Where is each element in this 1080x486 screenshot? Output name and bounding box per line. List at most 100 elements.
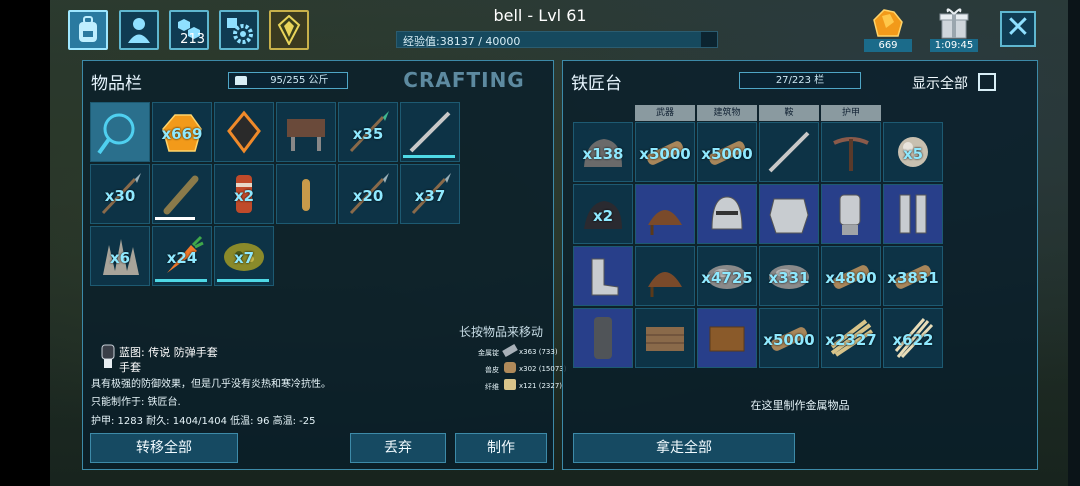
show-all-checkbox[interactable] <box>978 73 996 91</box>
inventory-slot[interactable]: x2 <box>214 164 274 224</box>
saddle-icon <box>648 272 682 297</box>
req-hide-value: x302 (15073) <box>519 365 567 373</box>
smithy-slot[interactable] <box>635 308 695 368</box>
smithy-slot[interactable] <box>759 184 819 244</box>
saddle-icon <box>648 210 682 235</box>
gauntlet-icon <box>839 194 861 235</box>
inventory-slot[interactable] <box>90 102 150 162</box>
inventory-slot[interactable] <box>276 164 336 224</box>
inventory-slot[interactable]: x669 <box>152 102 212 162</box>
req-metal-value: x363 (733) <box>519 348 558 356</box>
close-button[interactable]: ✕ <box>1000 11 1036 47</box>
slot-quantity: x2327 <box>825 331 877 349</box>
smithy-slot[interactable]: x4725 <box>697 246 757 306</box>
inventory-slot[interactable]: x37 <box>400 164 460 224</box>
slot-quantity: x138 <box>582 145 624 163</box>
smithy-slot[interactable] <box>697 184 757 244</box>
inventory-title: 物品栏 <box>91 74 142 94</box>
req-hide-label: 兽皮 <box>485 366 499 374</box>
inventory-slot[interactable]: x24 <box>152 226 212 286</box>
crafting-tab[interactable]: CRAFTING <box>379 65 549 95</box>
smithy-slot[interactable]: x622 <box>883 308 943 368</box>
category-tab-armor[interactable]: 护甲 <box>821 105 881 121</box>
item-description: 具有极强的防御效果，但是几乎没有炎热和寒冷抗性。 <box>91 379 331 390</box>
smithy-slot[interactable]: x2327 <box>821 308 881 368</box>
inventory-slot[interactable]: x6 <box>90 226 150 286</box>
smithy-slot[interactable]: x5000 <box>635 122 695 182</box>
slot-quantity: x5000 <box>763 331 815 349</box>
category-tab-weapons[interactable]: 武器 <box>635 105 695 121</box>
slot-quantity: x669 <box>161 125 203 143</box>
pike-icon <box>768 131 810 173</box>
floor-icon <box>646 327 684 351</box>
screen-right-edge <box>1068 0 1080 486</box>
inventory-panel: 物品栏 95/255 公斤 CRAFTING x669 x35 x30 x2 x20 x3… <box>82 60 566 470</box>
smithy-slot[interactable]: x331 <box>759 246 819 306</box>
slot-quantity: x3831 <box>887 269 939 287</box>
weight-bar: 95/255 公斤 <box>228 72 348 89</box>
durability-bar <box>403 155 455 158</box>
category-tab-structures[interactable]: 建筑物 <box>697 105 757 121</box>
durability-bar <box>155 279 207 282</box>
item-crafted-in: 只能制作于: 铁匠台. <box>91 397 181 408</box>
smithy-slot[interactable]: x5 <box>883 122 943 182</box>
smithy-slot[interactable]: x3831 <box>883 246 943 306</box>
inventory-slot[interactable]: x7 <box>214 226 274 286</box>
slot-quantity: x24 <box>166 249 198 267</box>
inventory-slot[interactable]: x20 <box>338 164 398 224</box>
blueprint-name: 蓝图: 传说 防弹手套 <box>119 346 218 359</box>
helmet-icon <box>711 196 743 230</box>
item-stats: 护甲: 1283 耐久: 1404/1404 低温: 96 高温: -25 <box>91 416 316 427</box>
inventory-slot[interactable] <box>152 164 212 224</box>
screen-left-edge <box>0 0 50 486</box>
inventory-slot[interactable] <box>400 102 460 162</box>
tube-icon <box>594 317 612 359</box>
inventory-slot[interactable]: x35 <box>338 102 398 162</box>
pike-icon <box>409 111 451 153</box>
req-fiber-label: 纤维 <box>485 383 499 391</box>
slot-quantity: x35 <box>352 125 384 143</box>
slot-quantity: x6 <box>109 249 131 267</box>
req-metal-label: 金属锭 <box>478 349 499 357</box>
craft-button[interactable]: 制作 <box>455 433 547 463</box>
gift-timer-indicator[interactable]: 1:09:45 <box>930 6 978 52</box>
category-tab-saddles[interactable]: 鞍 <box>759 105 819 121</box>
gift-timer: 1:09:45 <box>930 39 978 52</box>
smithy-slot[interactable] <box>573 308 633 368</box>
slot-quantity: x2 <box>592 207 614 225</box>
smithy-slot[interactable] <box>635 184 695 244</box>
xp-text: 经验值:38137 / 40000 <box>403 35 521 48</box>
smithy-slot[interactable] <box>759 122 819 182</box>
durability-bar <box>217 279 269 282</box>
amber-crystal-icon <box>873 9 903 37</box>
smithy-slot[interactable] <box>821 184 881 244</box>
smithy-slot[interactable]: x138 <box>573 122 633 182</box>
amber-resource-indicator[interactable]: 669 <box>864 6 912 52</box>
smithy-slot[interactable]: x2 <box>573 184 633 244</box>
smithy-capacity: 27/223 栏 <box>739 72 861 89</box>
smithy-slot[interactable] <box>883 184 943 244</box>
smithy-slot[interactable] <box>635 246 695 306</box>
smithy-slot[interactable]: x4800 <box>821 246 881 306</box>
blueprint-subname: 手套 <box>119 361 141 374</box>
smithy-footer-hint: 在这里制作金属物品 <box>750 399 850 412</box>
smithy-slot[interactable] <box>573 246 633 306</box>
inventory-slot[interactable] <box>214 102 274 162</box>
take-all-button[interactable]: 拿走全部 <box>573 433 795 463</box>
amber-count: 669 <box>864 39 912 52</box>
move-hint: 长按物品来移动 <box>458 325 543 339</box>
smithy-slot[interactable]: x5000 <box>697 122 757 182</box>
inventory-slot[interactable] <box>276 102 336 162</box>
crossbow-icon <box>833 137 869 171</box>
inventory-slot[interactable]: x30 <box>90 164 150 224</box>
box-icon <box>709 326 745 352</box>
slot-quantity: x5000 <box>701 145 753 163</box>
bullet-icon <box>302 179 310 211</box>
transfer-all-button[interactable]: 转移全部 <box>90 433 238 463</box>
smithy-slot[interactable]: x5000 <box>759 308 819 368</box>
gauntlet-preview-icon <box>101 344 115 368</box>
gift-box-icon <box>939 8 969 39</box>
smithy-slot[interactable] <box>697 308 757 368</box>
smithy-slot[interactable] <box>821 122 881 182</box>
drop-button[interactable]: 丢弃 <box>350 433 446 463</box>
